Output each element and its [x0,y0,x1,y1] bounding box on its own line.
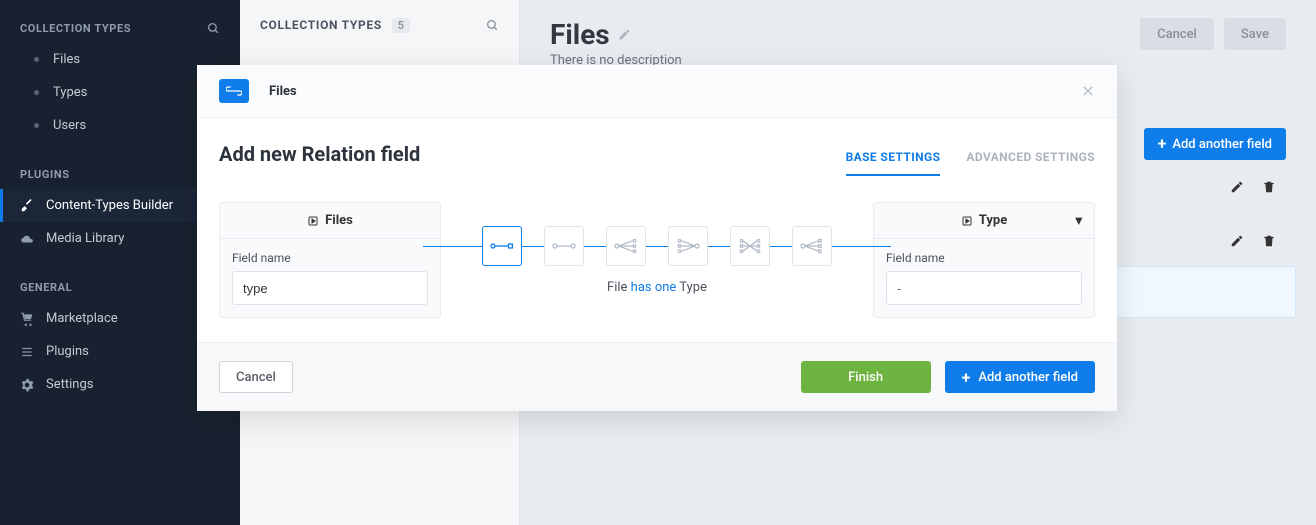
search-icon[interactable] [207,22,220,35]
finish-button[interactable]: Finish [801,361,931,393]
tab-advanced-settings[interactable]: ADVANCED SETTINGS [966,150,1095,176]
close-icon[interactable] [1081,84,1095,98]
modal-footer: Cancel Finish + Add another field [197,342,1117,411]
target-field-name-input[interactable] [886,271,1082,305]
chevron-down-icon[interactable]: ▾ [1075,213,1082,228]
pencil-icon[interactable] [1230,234,1244,248]
relation-icon [219,79,249,103]
gear-icon [20,378,34,392]
modal-breadcrumb: Files [269,84,297,99]
collection-icon [961,215,973,227]
sidebar-section-label: PLUGINS [20,168,70,181]
cancel-button[interactable]: Cancel [1140,18,1214,50]
collection-icon [307,215,319,227]
tab-base-settings[interactable]: BASE SETTINGS [846,150,941,176]
field-name-label: Field name [886,251,1082,265]
relation-type-selector [441,226,873,266]
sidebar-section-label: COLLECTION TYPES [20,22,131,35]
trash-icon[interactable] [1262,234,1276,248]
target-entity-card: Type ▾ Field name [873,202,1095,318]
sidebar-item-label: Users [53,118,86,133]
sidebar-section-collection-types: COLLECTION TYPES [0,14,240,43]
plus-icon: + [962,368,971,387]
brush-icon [20,199,34,213]
relation-type-has-belongs-one[interactable] [544,226,584,266]
bullet-icon [34,57,39,62]
sidebar-item-label: Types [53,85,87,100]
sidebar-section-label: GENERAL [20,281,72,294]
trash-icon[interactable] [1262,180,1276,194]
sidebar-item-label: Plugins [46,344,89,359]
page-title-text: Files [550,18,610,51]
relation-caption-target: Type [679,280,707,295]
sidebar-item-label: Files [53,52,80,67]
relation-caption-entity: File [607,280,627,295]
modal-header: Files [197,65,1117,118]
relation-type-many-way[interactable] [792,226,832,266]
sidebar-item-label: Media Library [46,231,124,246]
modal-cancel-button[interactable]: Cancel [219,361,293,393]
relation-type-many-to-many[interactable] [730,226,770,266]
pencil-icon[interactable] [1230,180,1244,194]
sidebar-item-label: Marketplace [46,311,118,326]
add-another-field-button[interactable]: + Add another field [1144,128,1286,160]
panel2-count: 5 [392,18,410,33]
relation-modal: Files Add new Relation field BASE SETTIN… [197,65,1117,411]
add-another-field-label: Add another field [1172,137,1272,152]
panel2-title: COLLECTION TYPES [260,18,382,32]
sidebar-item-label: Settings [46,377,93,392]
target-entity-title: Type [979,213,1007,228]
relation-type-has-one[interactable] [482,226,522,266]
search-icon[interactable] [486,19,499,32]
modal-add-another-field-label: Add another field [978,370,1078,385]
relation-type-belongs-many[interactable] [606,226,646,266]
sidebar-item-label: Content-Types Builder [46,198,173,213]
modal-title: Add new Relation field [219,142,420,166]
field-name-label: Field name [232,251,428,265]
modal-tabs: BASE SETTINGS ADVANCED SETTINGS [846,150,1095,176]
bullet-icon [34,123,39,128]
pencil-icon[interactable] [618,28,631,41]
relation-type-has-many[interactable] [668,226,708,266]
source-field-name-input[interactable] [232,271,428,305]
modal-add-another-field-button[interactable]: + Add another field [945,361,1095,393]
source-entity-card: Files Field name [219,202,441,318]
cart-icon [20,312,34,326]
relation-caption-relation: has one [631,280,677,295]
bullet-icon [34,90,39,95]
list-icon [20,345,34,359]
source-entity-title: Files [325,213,353,228]
relation-caption: File has one Type [441,280,873,295]
page-title: Files [550,18,682,51]
cloud-icon [20,232,34,246]
save-button[interactable]: Save [1224,18,1286,50]
